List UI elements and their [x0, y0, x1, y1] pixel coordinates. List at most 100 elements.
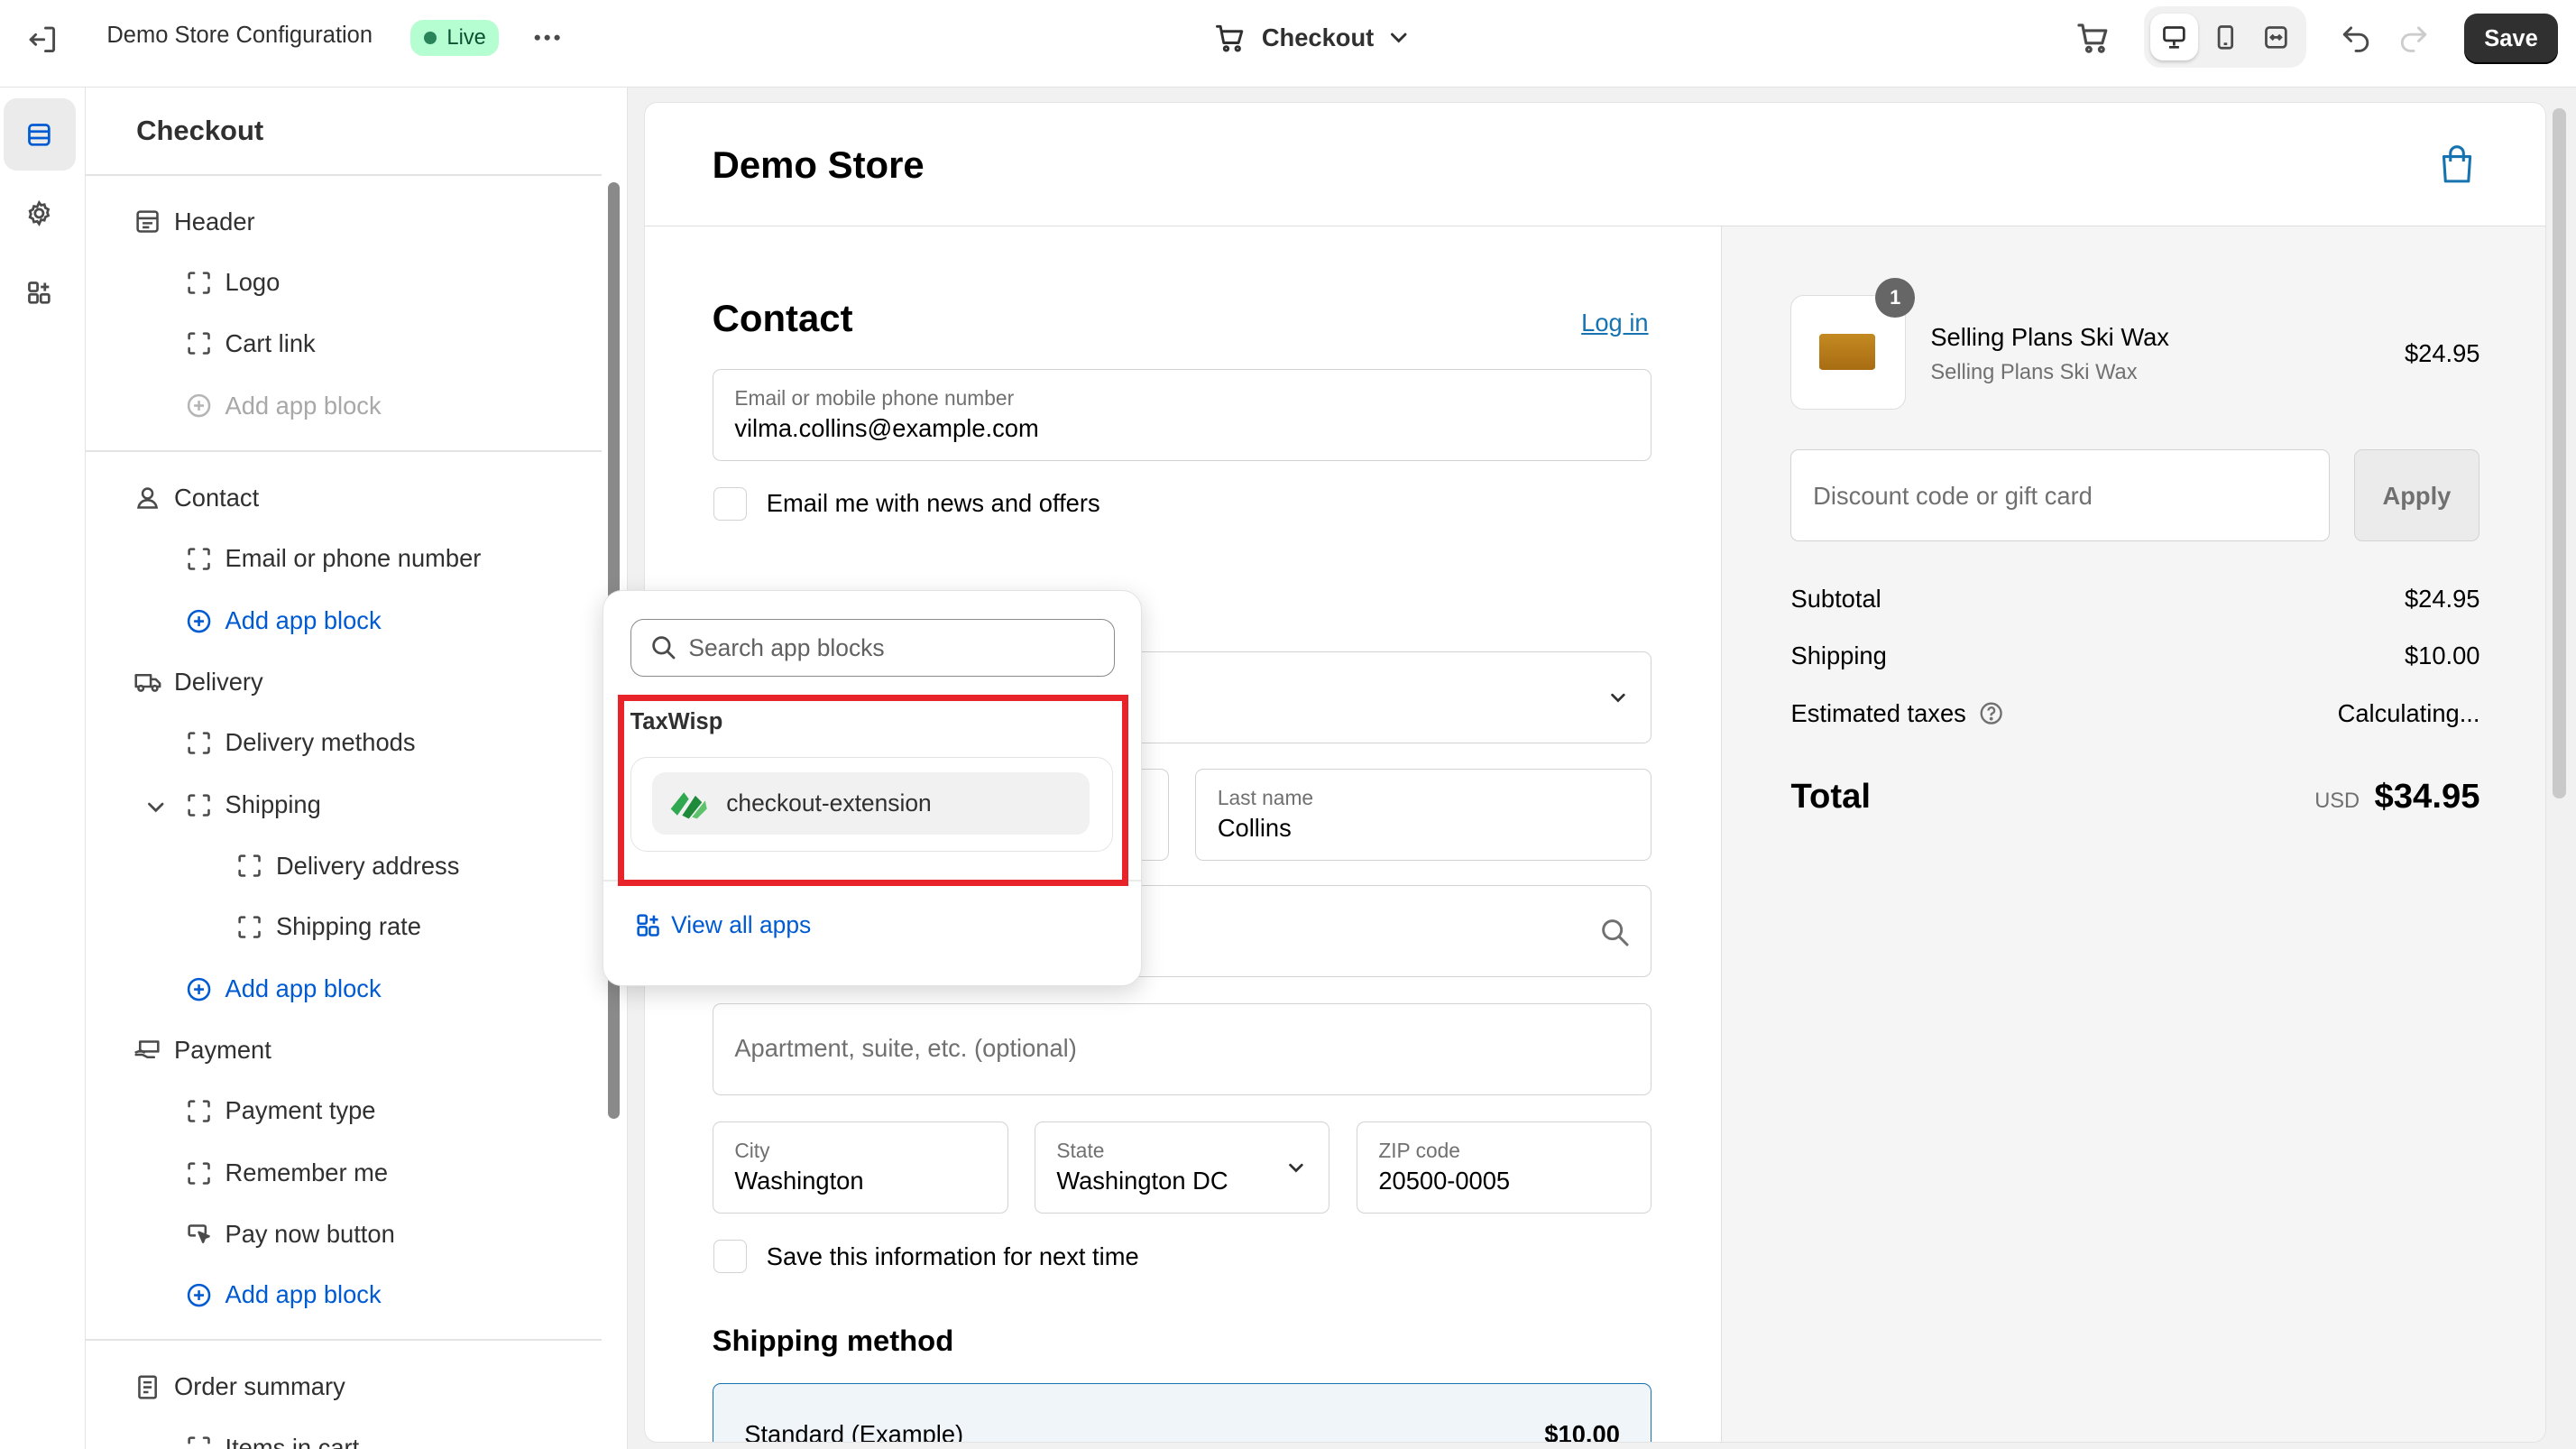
tree-item-remember-me[interactable]: Remember me	[184, 1154, 388, 1194]
block-icon	[184, 1158, 214, 1188]
tree-item-logo[interactable]: Logo	[184, 263, 280, 302]
tree-item-delivery-methods[interactable]: Delivery methods	[184, 723, 416, 762]
search-app-blocks-input[interactable]: Search app blocks	[630, 618, 1115, 677]
apply-button[interactable]: Apply	[2354, 449, 2479, 542]
tree-item-delivery-address[interactable]: Delivery address	[235, 846, 459, 886]
undo-icon[interactable]	[2338, 18, 2374, 54]
last-name-label: Last name	[1217, 785, 1314, 809]
search-icon	[652, 636, 676, 660]
apartment-placeholder: Apartment, suite, etc. (optional)	[734, 1033, 1077, 1062]
zip-field[interactable]: ZIP code 20500-0005	[1356, 1121, 1652, 1214]
tree-label: Add app block	[225, 391, 382, 420]
tree-item-cart-link[interactable]: Cart link	[184, 324, 316, 364]
tree-item-contact[interactable]: Contact	[133, 478, 260, 518]
email-field-value: vilma.collins@example.com	[734, 414, 1039, 443]
save-button[interactable]: Save	[2464, 13, 2558, 65]
theme-settings-icon[interactable]	[4, 178, 76, 250]
divider	[85, 174, 602, 176]
top-bar: Demo Store Configuration Live Checkout S…	[0, 0, 2576, 88]
quantity-badge: 1	[1875, 277, 1916, 318]
tree-label: Logo	[225, 268, 281, 297]
add-app-block-delivery[interactable]: Add app block	[184, 970, 382, 1010]
taxes-label: Estimated taxes	[1790, 699, 1966, 728]
last-name-field[interactable]: Last name Collins	[1195, 768, 1652, 861]
tree-label: Contact	[174, 483, 260, 512]
apartment-field[interactable]: Apartment, suite, etc. (optional)	[712, 1003, 1652, 1096]
discount-field[interactable]: Discount code or gift card	[1790, 449, 2330, 542]
shipping-label: Shipping	[1790, 641, 1887, 670]
mobile-view-icon[interactable]	[2202, 14, 2249, 61]
total-value: $34.95	[2374, 776, 2480, 816]
city-field[interactable]: City Washington	[712, 1121, 1008, 1214]
taxes-value: Calculating...	[2337, 699, 2480, 728]
total-label: Total	[1790, 776, 1871, 816]
search-icon	[1602, 918, 1629, 946]
save-info-checkbox[interactable]: Save this information for next time	[713, 1240, 1139, 1273]
login-link[interactable]: Log in	[1581, 309, 1648, 337]
page-selector[interactable]: Checkout	[1212, 18, 1410, 58]
email-field[interactable]: Email or mobile phone number vilma.colli…	[712, 368, 1652, 461]
tree-item-email-phone[interactable]: Email or phone number	[184, 539, 481, 578]
more-actions-icon[interactable]	[526, 16, 568, 59]
product-price: $24.95	[2404, 339, 2480, 368]
shipping-option[interactable]: Standard (Example) $10.00	[712, 1382, 1652, 1444]
news-offers-checkbox[interactable]: Email me with news and offers	[713, 487, 1100, 521]
view-all-apps-link[interactable]: View all apps	[635, 911, 811, 939]
apps-grid-icon	[637, 914, 659, 937]
tree-item-delivery[interactable]: Delivery	[133, 662, 263, 702]
add-app-block-contact[interactable]: Add app block	[184, 602, 382, 641]
tree-item-shipping-rate[interactable]: Shipping rate	[235, 907, 421, 946]
full-width-view-icon[interactable]	[2252, 14, 2300, 61]
tree-item-header[interactable]: Header	[133, 202, 255, 242]
exit-icon[interactable]	[23, 20, 62, 60]
desktop-view-icon[interactable]	[2150, 13, 2199, 61]
chevron-down-icon	[1387, 26, 1410, 49]
panel-title: Checkout	[136, 115, 264, 147]
left-rail	[0, 87, 86, 1449]
add-app-block-payment[interactable]: Add app block	[184, 1275, 382, 1315]
shipping-option-name: Standard (Example)	[744, 1419, 964, 1444]
store-config-title: Demo Store Configuration	[106, 23, 373, 49]
tree-item-order-summary[interactable]: Order summary	[133, 1367, 345, 1407]
tree-label: Remember me	[225, 1158, 389, 1187]
subtotal-value: $24.95	[2404, 584, 2480, 613]
tree-label: Delivery	[174, 667, 263, 696]
viewport-switcher	[2143, 6, 2307, 68]
cart-preview-icon[interactable]	[2074, 18, 2113, 58]
tree-label: Add app block	[225, 974, 382, 1003]
zip-value: 20500-0005	[1378, 1167, 1511, 1195]
plus-circle-icon	[184, 1280, 214, 1310]
product-variant: Selling Plans Ski Wax	[1930, 360, 2138, 384]
tree-label: Payment	[174, 1035, 271, 1064]
person-icon	[133, 483, 163, 512]
tree-label: Items in cart	[225, 1433, 360, 1449]
tree-item-items-in-cart[interactable]: Items in cart	[184, 1428, 359, 1449]
button-cursor-icon	[184, 1219, 214, 1249]
apps-icon[interactable]	[4, 256, 76, 328]
header-layout-icon	[133, 207, 163, 236]
shopping-bag-icon[interactable]	[2439, 143, 2479, 186]
sections-icon[interactable]	[3, 98, 76, 171]
redo-icon[interactable]	[2396, 18, 2432, 54]
truck-icon	[133, 667, 163, 697]
state-select[interactable]: State Washington DC	[1034, 1121, 1330, 1214]
page-selector-label: Checkout	[1261, 23, 1375, 51]
tree-item-payment[interactable]: Payment	[133, 1030, 271, 1070]
block-icon	[184, 790, 214, 820]
zip-label: ZIP code	[1378, 1139, 1460, 1163]
shipping-option-price: $10.00	[1544, 1419, 1620, 1444]
chevron-down-icon[interactable]	[144, 796, 167, 818]
order-summary-panel: 1 Selling Plans Ski Wax Selling Plans Sk…	[1721, 226, 2546, 1443]
tree-item-shipping[interactable]: Shipping	[184, 786, 321, 826]
last-name-value: Collins	[1217, 813, 1292, 842]
search-placeholder: Search app blocks	[688, 634, 885, 662]
tree-label: Delivery address	[275, 851, 460, 880]
divider	[85, 450, 602, 452]
tree-item-pay-now-button[interactable]: Pay now button	[184, 1214, 395, 1254]
preview-scrollbar[interactable]	[2553, 108, 2567, 799]
contact-heading: Contact	[712, 296, 853, 339]
help-icon	[1980, 702, 2003, 725]
tree-item-payment-type[interactable]: Payment type	[184, 1091, 376, 1131]
divider	[85, 1339, 602, 1342]
state-label: State	[1056, 1139, 1105, 1163]
